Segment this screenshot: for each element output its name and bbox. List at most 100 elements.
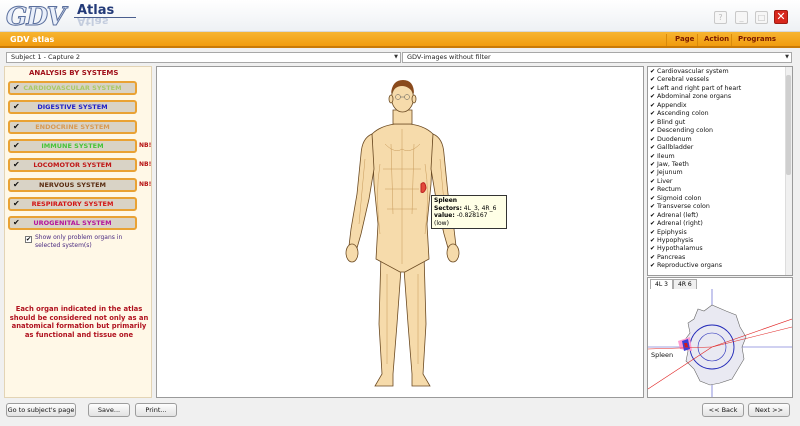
checkbox-icon[interactable]: ✔ [650,144,657,152]
checkbox-icon[interactable]: ✔ [650,245,657,253]
checkbox-icon[interactable]: ✔ [650,178,657,186]
organ-list-item[interactable]: ✔ Abdominal zone organs [650,93,731,101]
title-bar: GDV Atlas Atlas ? _ □ ✕ [0,0,800,32]
organ-list-item[interactable]: ✔ Appendix [650,102,687,110]
checkbox-icon[interactable]: ✔ [650,93,657,101]
checkmark-icon: ✔ [13,218,20,228]
sector-panel: 4L 3 4R 6 Spleen [647,277,793,398]
organ-label: Transverse colon [657,203,710,211]
checkbox-icon[interactable]: ✔ [650,186,657,194]
system-button[interactable]: ✔ NERVOUS SYSTEM [8,177,137,192]
organ-label: Left and right part of heart [657,84,742,92]
scrollbar-thumb[interactable] [786,75,791,175]
organ-list-item[interactable]: ✔ Pancreas [650,254,685,262]
system-button[interactable]: ✔ CARDIOVASCULAR SYSTEM [8,81,137,95]
organ-list-item[interactable]: ✔ Liver [650,178,672,186]
checkbox-icon[interactable]: ✔ [650,169,657,177]
organ-list: ✔ Cardiovascular system ✔ Cerebral vessels ✔… [647,66,793,276]
system-button[interactable]: ✔ ENDOCRINE SYSTEM [8,119,137,134]
checkbox-icon[interactable]: ✔ [650,153,657,161]
system-button[interactable]: ✔ LOCOMOTOR SYSTEM [8,158,137,173]
organ-list-item[interactable]: ✔ Epiphysis [650,229,687,237]
organ-label: Cardiovascular system [657,68,729,75]
organ-list-item[interactable]: ✔ Reproductive organs [650,262,722,270]
organ-list-item[interactable]: ✔ Gallbladder [650,144,693,152]
checkbox-icon[interactable]: ✔ [650,110,657,118]
organ-list-item[interactable]: ✔ Descending colon [650,127,713,135]
organ-label: Pancreas [657,253,686,261]
menu-programs[interactable]: Programs [738,35,776,43]
system-label: NERVOUS SYSTEM [39,180,106,189]
checkbox-icon[interactable]: ✔ [650,229,657,237]
checkbox-icon[interactable]: ✔ [650,220,657,228]
checkbox-icon[interactable]: ✔ [650,203,657,211]
organ-list-item[interactable]: ✔ Ileum [650,153,675,161]
checkbox-icon[interactable]: ✔ [650,119,657,127]
checkbox-icon[interactable]: ✔ [650,102,657,110]
checkbox-icon[interactable]: ✔ [650,195,657,203]
organ-label: Cerebral vessels [657,76,709,84]
organ-list-item[interactable]: ✔ Jaw, Teeth [650,161,689,169]
checkbox-icon[interactable]: ✔ [650,68,657,76]
print-button[interactable]: Print... [135,403,177,417]
organ-list-item[interactable]: ✔ Sigmoid colon [650,195,701,203]
organ-list-item[interactable]: ✔ Ascending colon [650,110,709,118]
organ-list-item[interactable]: ✔ Duodenum [650,136,692,144]
checkbox-icon[interactable]: ✔ [650,237,657,245]
checkbox-icon[interactable]: ✔ [650,85,657,93]
organ-list-item[interactable]: ✔ Adrenal (right) [650,220,703,228]
tooltip-organ: Spleen [434,197,458,204]
system-button[interactable]: ✔ RESPIRATORY SYSTEM [8,196,137,211]
menu-action[interactable]: Action [704,35,729,43]
system-button[interactable]: ✔ DIGESTIVE SYSTEM [8,100,137,115]
organ-list-item[interactable]: ✔ Hypothalamus [650,245,703,253]
sector-organ-label: Spleen [651,351,674,359]
system-button[interactable]: ✔ IMMUNE SYSTEM [8,138,137,153]
checkbox-icon[interactable]: ✔ [650,161,657,169]
menu-bar: GDV atlas Page Action Programs [0,32,800,48]
checkbox-icon[interactable]: ✔ [650,262,657,270]
organ-label: Rectum [657,186,682,194]
system-label: UROGENITAL SYSTEM [33,219,112,228]
tab-sector-4l3[interactable]: 4L 3 [650,279,673,289]
system-button[interactable]: ✔ UROGENITAL SYSTEM [8,216,137,231]
checkbox-icon[interactable]: ✔ [650,212,657,220]
filter-select[interactable]: GDV-images without filter ▼ [402,52,792,63]
organ-list-item[interactable]: ✔ Rectum [650,186,681,194]
menu-separator [731,34,732,46]
checkbox-icon[interactable]: ✔ [650,76,657,84]
organ-list-item[interactable]: ✔ Transverse colon [650,203,710,211]
organ-list-item[interactable]: ✔ Jejunum [650,169,683,177]
help-button[interactable]: ? [714,11,727,24]
organ-list-item[interactable]: ✔ Cerebral vessels [650,76,709,84]
checkbox-icon[interactable]: ✔ [650,254,657,262]
organ-list-item[interactable]: ✔ Cardiovascular system [650,68,729,76]
organ-list-scrollbar[interactable] [785,67,792,275]
close-button[interactable]: ✕ [774,10,788,24]
tab-sector-4r6[interactable]: 4R 6 [673,279,697,289]
body-figure[interactable] [335,74,470,394]
go-to-subject-button[interactable]: Go to subject's page [6,403,76,417]
next-button[interactable]: Next >> [748,403,790,417]
gdv-sector-image [648,289,792,397]
save-button[interactable]: Save... [88,403,130,417]
organ-list-item[interactable]: ✔ Blind gut [650,119,685,127]
organ-list-item[interactable]: ✔ Adrenal (left) [650,212,698,220]
back-button[interactable]: << Back [702,403,744,417]
checkbox-icon[interactable]: ✔ [650,127,657,135]
checkbox-icon[interactable]: ✔ [650,136,657,144]
organ-label: Blind gut [657,118,686,126]
organ-list-item[interactable]: ✔ Left and right part of heart [650,85,741,93]
menu-page[interactable]: Page [675,35,694,43]
organ-label: Jaw, Teeth [657,160,689,168]
maximize-button[interactable]: □ [755,11,768,24]
app-logo: GDV [6,2,67,32]
chevron-down-icon[interactable]: ▼ [785,53,789,62]
subject-select[interactable]: Subject 1 - Capture 2 ▼ [6,52,401,63]
chevron-down-icon[interactable]: ▼ [394,53,398,62]
organ-label: Epiphysis [657,228,687,236]
organ-list-item[interactable]: ✔ Hypophysis [650,237,693,245]
atlas-note: Each organ indicated in the atlas should… [9,305,149,339]
show-problem-organs-checkbox[interactable]: ✔ [25,236,32,243]
minimize-button[interactable]: _ [735,11,748,24]
